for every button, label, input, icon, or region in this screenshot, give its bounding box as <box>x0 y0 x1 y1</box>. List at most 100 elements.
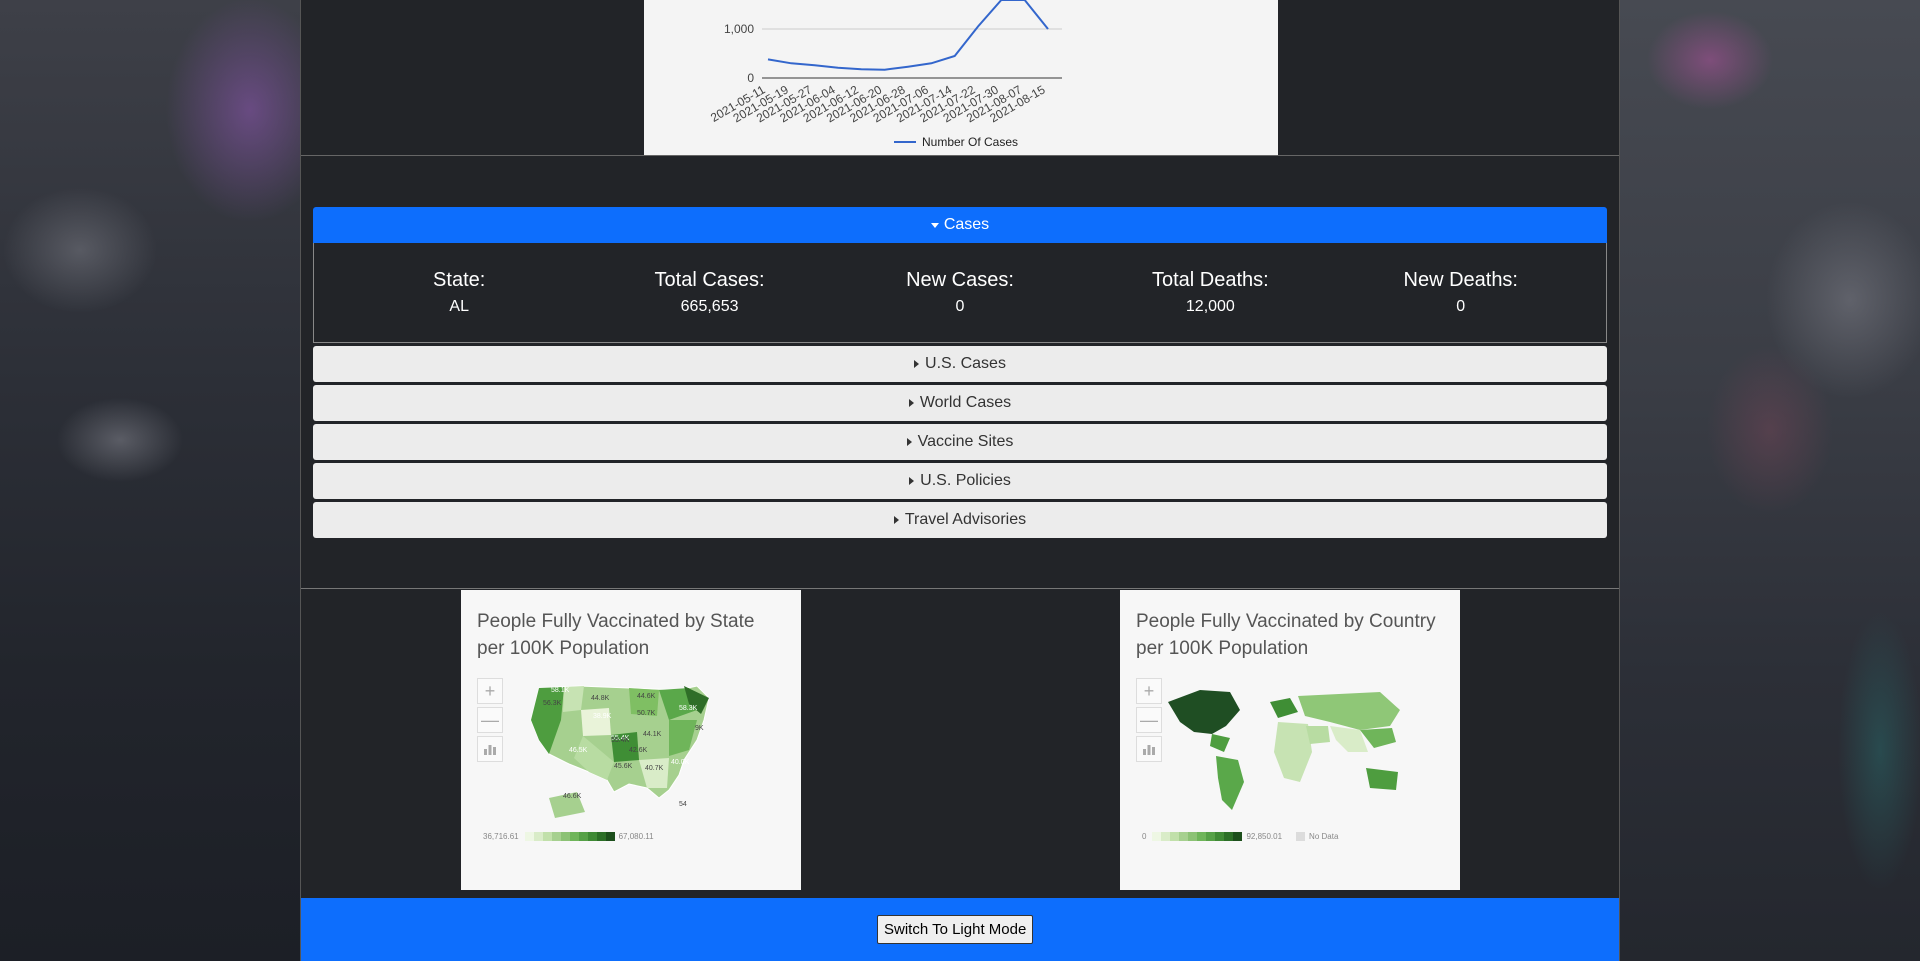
accordion-item-label: Vaccine Sites <box>917 433 1014 450</box>
legend-swatch <box>1188 832 1198 841</box>
map-zoom-controls: + — <box>1136 678 1162 765</box>
map-value-label: 44.1K <box>643 731 662 738</box>
legend-swatch <box>1233 832 1243 841</box>
legend-min-label: 36,716.61 <box>483 832 519 841</box>
stat-label: New Deaths: <box>1403 269 1519 291</box>
accordion-item-us-cases[interactable]: U.S. Cases <box>313 346 1607 382</box>
y-tick-label: 0 <box>747 71 754 85</box>
caret-right-icon <box>906 438 912 446</box>
bar-chart-icon[interactable] <box>477 736 503 762</box>
legend-swatch <box>605 832 615 841</box>
map-value-label: 9K <box>695 725 704 732</box>
accordion-header-cases[interactable]: Cases <box>313 207 1607 243</box>
legend-swatch <box>1197 832 1207 841</box>
caret-right-icon <box>893 516 899 524</box>
map-value-label: 58.3K <box>679 705 698 712</box>
stat-value: 0 <box>1456 298 1466 315</box>
legend-max-label: 92,850.01 <box>1246 832 1283 841</box>
legend-swatch <box>1206 832 1216 841</box>
caret-right-icon <box>909 477 915 485</box>
accordion-header-label: Cases <box>943 216 990 233</box>
stat-label: Total Deaths: <box>1151 269 1269 291</box>
stat-label: State: <box>433 269 486 291</box>
legend-swatch <box>578 832 588 841</box>
accordion-item-us-policies[interactable]: U.S. Policies <box>313 463 1607 499</box>
background-image-right <box>1620 0 1920 961</box>
legend-swatch <box>596 832 606 841</box>
accordion-item-travel-advisories[interactable]: Travel Advisories <box>313 502 1607 538</box>
caret-right-icon <box>914 360 920 368</box>
legend-swatch <box>560 832 570 841</box>
legend-swatch <box>1161 832 1171 841</box>
zoom-in-button[interactable]: + <box>477 678 503 704</box>
accordion-item-label: Travel Advisories <box>904 511 1027 528</box>
map-zoom-controls: + — <box>477 678 503 765</box>
background-image-left <box>0 0 300 961</box>
switch-light-mode-button[interactable]: Switch To Light Mode <box>877 915 1034 944</box>
stat-value: AL <box>449 298 469 315</box>
state-vaccination-map-card: People Fully Vaccinated by State per 100… <box>461 590 801 890</box>
map-legend: 0 92,850.01 No Data <box>1142 832 1338 841</box>
stat-value: 12,000 <box>1185 298 1235 315</box>
us-map[interactable]: 58.1K 56.3K 44.8K 38.9K 44.6K 50.7K 55.4K 44.1K… <box>519 680 729 830</box>
country-vaccination-map-card: People Fully Vaccinated by Country per 1… <box>1120 590 1460 890</box>
legend-max-label: 67,080.11 <box>618 832 654 841</box>
footer-bar: Switch To Light Mode <box>301 898 1619 961</box>
stat-value: 0 <box>955 298 965 315</box>
stat-new-cases: New Cases: 0 <box>860 269 1060 316</box>
map-value-label: 42.6K <box>629 747 648 754</box>
section-divider <box>301 588 1619 589</box>
legend-swatch <box>524 832 534 841</box>
accordion-item-label: World Cases <box>919 394 1012 411</box>
map-value-label: 44.6K <box>637 693 656 700</box>
legend-label: Number Of Cases <box>922 135 1018 149</box>
map-value-label: 45.6K <box>614 763 633 770</box>
map-value-label: 38.9K <box>593 713 612 720</box>
zoom-out-button[interactable]: — <box>477 707 503 733</box>
accordion-item-label: U.S. Policies <box>920 472 1011 489</box>
stat-label: Total Cases: <box>654 269 765 291</box>
y-tick-label: 1,000 <box>724 22 754 36</box>
legend-color-scale <box>1152 832 1243 841</box>
legend-swatch <box>1170 832 1180 841</box>
map-title: People Fully Vaccinated by State per 100… <box>477 611 755 659</box>
map-value-label: 44.8K <box>591 695 610 702</box>
caret-down-icon <box>930 222 939 228</box>
series-line <box>767 0 1049 71</box>
accordion-item-vaccine-sites[interactable]: Vaccine Sites <box>313 424 1607 460</box>
legend-swatch <box>569 832 579 841</box>
cases-line-chart: 1,000 0 2021-05-11 2021-05-19 2021-05-27 20… <box>644 0 1278 155</box>
info-accordion: Cases State: AL Total Cases: 665,653 New… <box>313 207 1607 538</box>
map-value-label: 54 <box>679 801 687 808</box>
legend-swatch <box>542 832 552 841</box>
stat-value: 665,653 <box>680 298 739 315</box>
legend-swatch <box>587 832 597 841</box>
map-value-label: 40.7K <box>645 765 664 772</box>
caret-right-icon <box>908 399 914 407</box>
map-value-label: 58.1K <box>551 687 570 694</box>
stat-new-deaths: New Deaths: 0 <box>1361 269 1561 316</box>
line-chart-svg: 1,000 0 2021-05-112021-05-192021-05-2720… <box>708 0 1062 149</box>
zoom-out-button[interactable]: — <box>1136 707 1162 733</box>
page-container: 1,000 0 2021-05-11 2021-05-19 2021-05-27 20… <box>300 0 1620 961</box>
map-title: People Fully Vaccinated by Country per 1… <box>1136 611 1436 659</box>
legend-swatch <box>1179 832 1189 841</box>
map-value-label: 46.5K <box>569 747 588 754</box>
legend-swatch <box>551 832 561 841</box>
accordion-item-label: U.S. Cases <box>925 355 1006 372</box>
stat-state: State: AL <box>359 269 559 316</box>
stat-label: New Cases: <box>906 269 1014 291</box>
legend-swatch <box>533 832 543 841</box>
legend-swatch <box>1152 832 1162 841</box>
map-value-label: 40.0K <box>671 759 690 766</box>
world-map[interactable] <box>1160 682 1420 822</box>
legend-swatch <box>1224 832 1234 841</box>
accordion-item-world-cases[interactable]: World Cases <box>313 385 1607 421</box>
zoom-in-button[interactable]: + <box>1136 678 1162 704</box>
legend-min-label: 0 <box>1142 832 1147 841</box>
no-data-swatch <box>1296 832 1306 841</box>
chart-section: 1,000 0 2021-05-11 2021-05-19 2021-05-27 20… <box>301 0 1619 156</box>
map-value-label: 46.6K <box>563 793 582 800</box>
bar-chart-icon[interactable] <box>1136 736 1162 762</box>
legend-swatch <box>1215 832 1225 841</box>
